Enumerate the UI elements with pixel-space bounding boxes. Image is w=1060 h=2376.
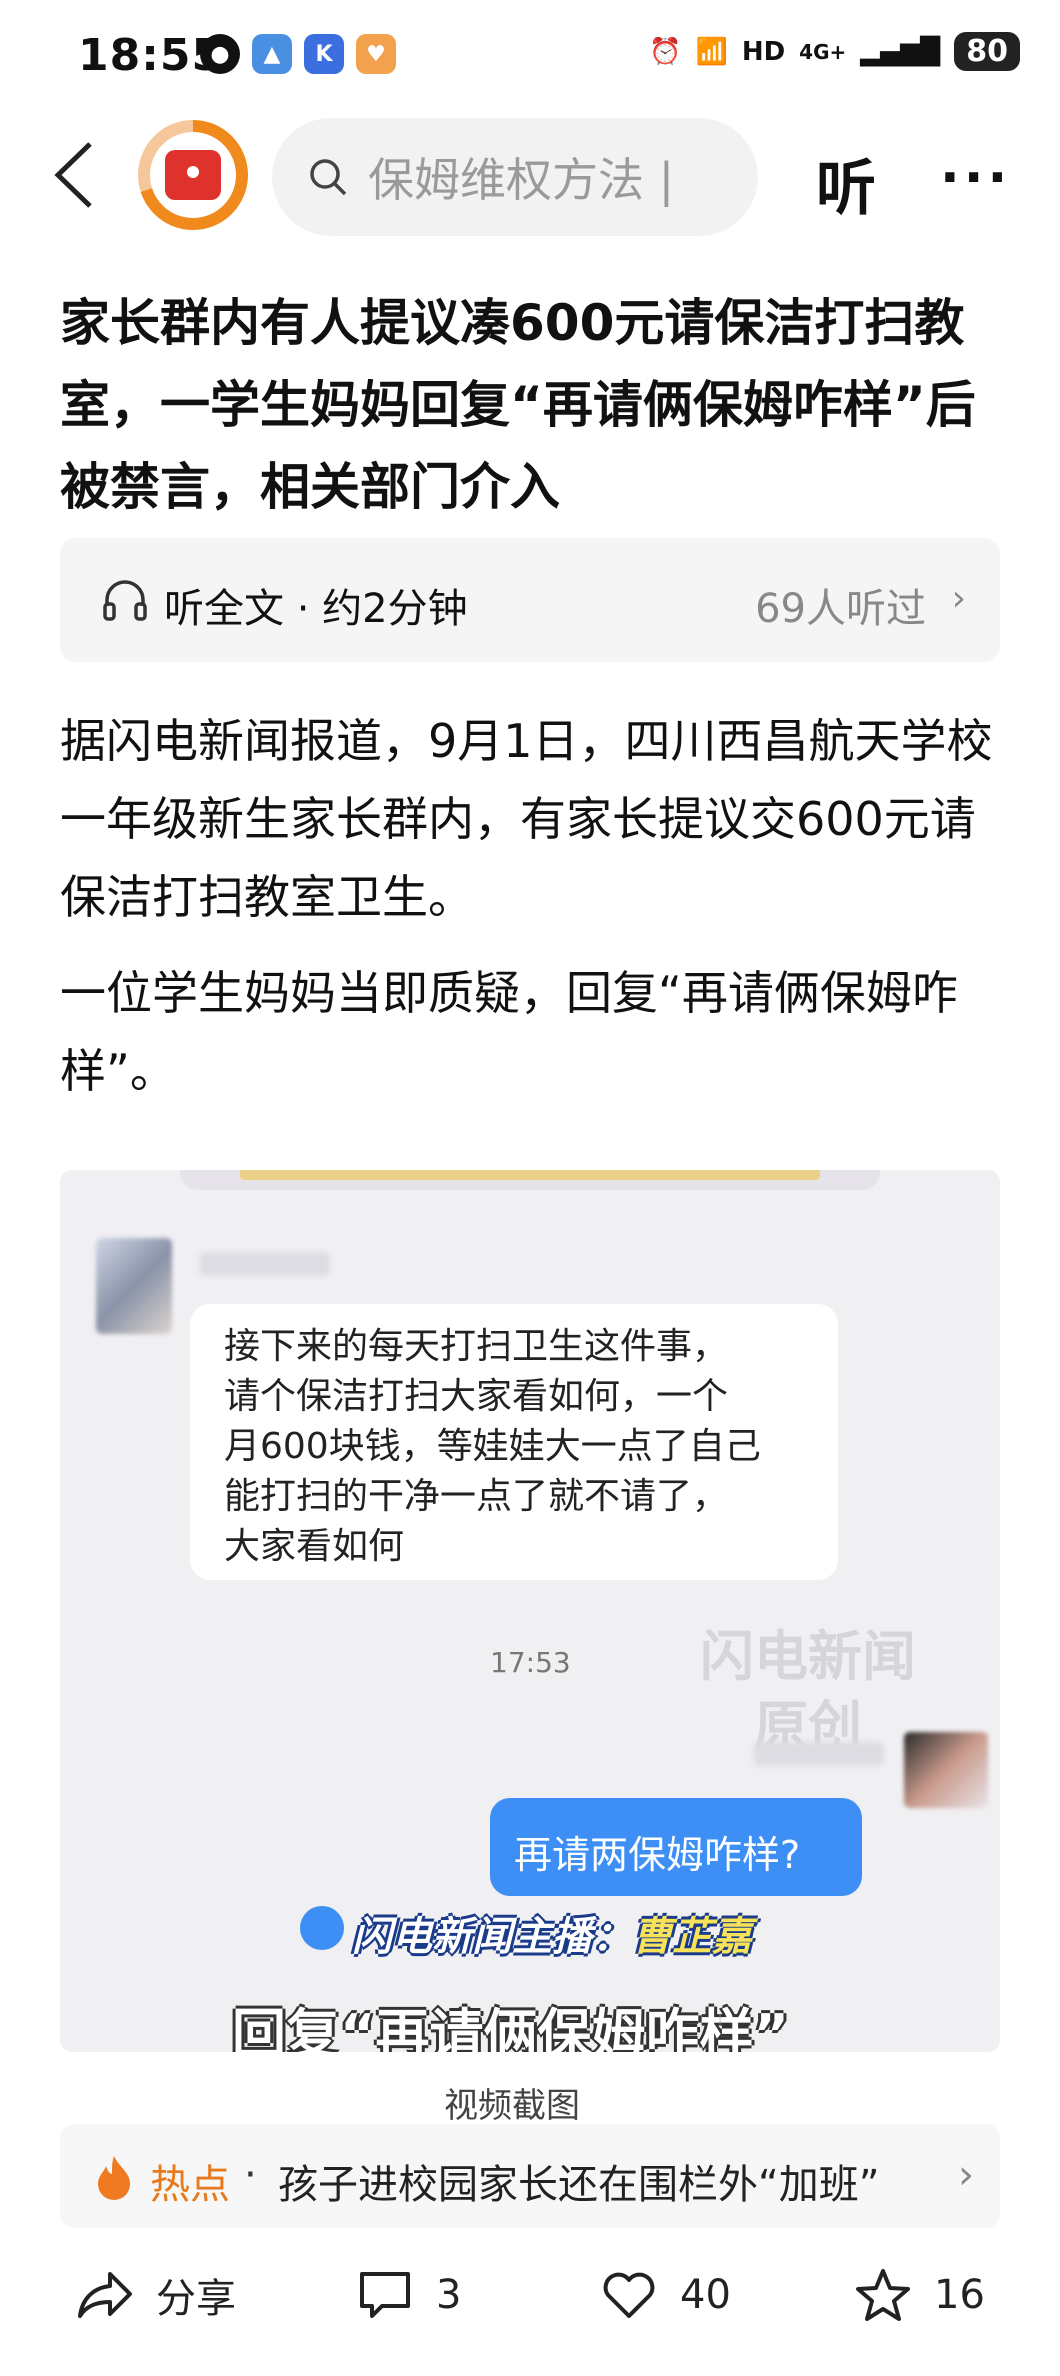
hot-separator: · <box>244 2152 257 2198</box>
app-icon-blue: ▲ <box>252 34 292 74</box>
share-icon <box>78 2272 132 2318</box>
blurred-name <box>200 1252 330 1276</box>
anchor-name: 曹芷嘉 <box>632 1914 752 1960</box>
k-app-icon: K <box>304 34 344 74</box>
anchor-credit: 闪电新闻主播：曹芷嘉 <box>352 1904 752 1962</box>
more-button[interactable]: ··· <box>940 148 1011 208</box>
alarm-icon: ⏰ <box>649 36 682 67</box>
microphone-icon <box>300 1906 344 1950</box>
article-headline: 家长群内有人提议凑600元请保洁打扫教室，一学生妈妈回复“再请俩保姆咋样”后被禁… <box>60 294 976 516</box>
like-count: 40 <box>680 2272 731 2318</box>
blurred-name-right <box>754 1742 884 1766</box>
chat-bubble-right: 再请两保姆咋样? <box>490 1798 862 1896</box>
back-icon[interactable] <box>52 140 98 210</box>
blurred-avatar <box>96 1238 172 1334</box>
comment-count: 3 <box>436 2272 462 2318</box>
chat-timestamp: 17:53 <box>490 1646 571 1679</box>
app-logo[interactable] <box>138 120 248 230</box>
hot-topic-text: 孩子进校园家长还在围栏外“加班” <box>278 2162 880 2208</box>
listen-full-text-bar[interactable]: 听全文 · 约2分钟 69人听过 › <box>60 538 1000 662</box>
search-placeholder: 保姆维权方法 | <box>368 153 675 207</box>
article-paragraph: 一位学生妈妈当即质疑，回复“再请俩保姆咋样”。 <box>60 966 958 1098</box>
chat-bubble-left: 接下来的每天打扫卫生这件事， 请个保洁打扫大家看如何，一个 月600块钱，等娃娃… <box>190 1304 838 1580</box>
chat-message-left: 接下来的每天打扫卫生这件事， 请个保洁打扫大家看如何，一个 月600块钱，等娃娃… <box>224 1326 761 1567</box>
heart-icon <box>603 2272 655 2318</box>
chevron-right-icon: › <box>951 578 966 619</box>
cropped-subtitle <box>240 1170 820 1180</box>
flame-icon <box>98 2156 130 2200</box>
heart-app-icon: ♥ <box>356 34 396 74</box>
battery-level: 80 <box>954 32 1020 71</box>
star-icon <box>856 2269 910 2321</box>
chat-message-right: 再请两保姆咋样? <box>514 1833 801 1877</box>
like-button[interactable]: 40 <box>600 2266 731 2324</box>
headphones-icon <box>103 580 147 621</box>
article-image[interactable]: 接下来的每天打扫卫生这件事， 请个保洁打扫大家看如何，一个 月600块钱，等娃娃… <box>60 1170 1000 2052</box>
watermark: 闪电新闻 原创 <box>700 1625 916 1758</box>
share-label: 分享 <box>156 2276 236 2322</box>
message-icon: ● <box>200 34 240 74</box>
comment-button[interactable]: 3 <box>356 2266 461 2324</box>
signal-icon: ▂▄▆█ <box>860 36 941 67</box>
network-type: 4G+ <box>799 39 847 64</box>
listen-button[interactable]: 听 <box>816 140 876 227</box>
favorite-count: 16 <box>934 2272 985 2318</box>
blurred-avatar-right <box>904 1732 988 1808</box>
status-indicators: ⏰ 📶 HD 4G+ ▂▄▆█ 80 <box>649 32 1020 71</box>
search-icon <box>310 159 347 196</box>
favorite-button[interactable]: 16 <box>854 2266 985 2324</box>
hot-topic-bar[interactable]: 热点 · 孩子进校园家长还在围栏外“加班” › <box>60 2124 1000 2228</box>
hot-label: 热点 <box>150 2162 230 2208</box>
anchor-prefix: 闪电新闻主播： <box>352 1914 632 1960</box>
listen-count: 69人听过 <box>755 586 926 632</box>
search-bar[interactable]: 保姆维权方法 | <box>272 118 758 236</box>
comment-icon <box>360 2272 410 2318</box>
status-app-icons: ● ▲ K ♥ <box>200 34 396 74</box>
image-caption: 视频截图 <box>444 2086 580 2126</box>
hd-badge: HD <box>741 36 786 67</box>
video-caption: 回复“再请俩保姆咋样” <box>232 2003 789 2052</box>
wifi-icon: 📶 <box>695 36 728 67</box>
article-paragraph: 据闪电新闻报道，9月1日，四川西昌航天学校一年级新生家长群内，有家长提议交600… <box>60 714 993 924</box>
listen-duration: 听全文 · 约2分钟 <box>164 586 468 632</box>
chevron-right-icon: › <box>958 2152 974 2198</box>
share-button[interactable]: 分享 <box>76 2266 236 2324</box>
